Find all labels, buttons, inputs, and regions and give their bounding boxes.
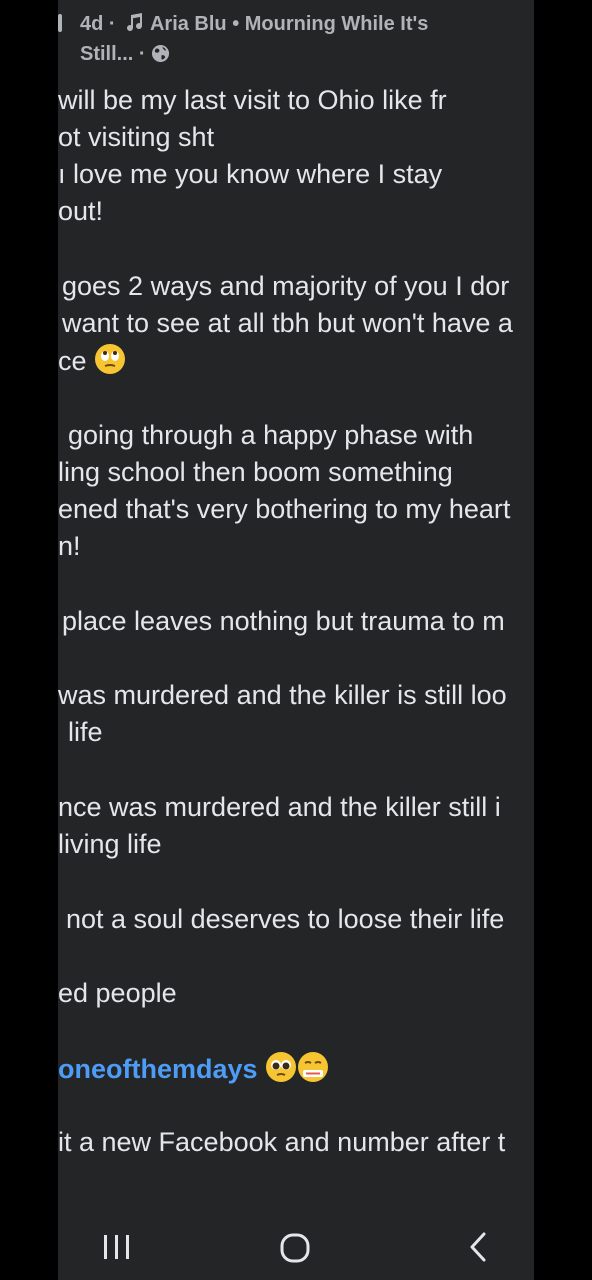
phone-screen: 4d · Aria Blu • Mourning While It's Stil… <box>58 0 534 1280</box>
song-title[interactable]: Aria Blu • Mourning While It's <box>150 13 428 35</box>
edge-marker <box>58 14 62 32</box>
post-text-line: was murdered and the killer is still loo <box>58 680 507 710</box>
post-text-line: ed people <box>58 978 177 1008</box>
back-icon[interactable] <box>460 1228 500 1268</box>
post-text-line: nce was murdered and the killer still i <box>58 792 501 822</box>
post-meta-line2: Still... · <box>80 43 170 69</box>
song-title-continued[interactable]: Still... <box>80 43 133 65</box>
hashtag-link[interactable]: oneofthemdays <box>58 1054 258 1084</box>
post-text-line: out! <box>58 196 104 226</box>
hashtag-line: oneofthemdays <box>58 1051 534 1085</box>
post-meta-line1: 4d · Aria Blu • Mourning While It's <box>80 12 428 38</box>
post-text-line: place leaves nothing but trauma to m <box>62 606 505 636</box>
home-icon[interactable] <box>276 1228 316 1268</box>
recents-icon[interactable] <box>98 1228 138 1268</box>
post-text-line: n! <box>58 531 81 561</box>
post-text-line: will be my last visit to Ohio like fr <box>58 85 447 115</box>
post-text-line: ce <box>58 343 534 377</box>
post-meta: 4d · Aria Blu • Mourning While It's Stil… <box>58 8 534 68</box>
post-text-line: goes 2 ways and majority of you I dor <box>62 271 510 301</box>
post-text-line: ened that's very bothering to my heart <box>58 494 511 524</box>
post-time[interactable]: 4d <box>80 13 103 35</box>
post-text-line: not a soul deserves to loose their life <box>66 904 505 934</box>
post-text-line: living life <box>58 829 162 859</box>
post-text-fragment: ce <box>58 346 87 377</box>
post-text-line: want to see at all tbh but won't have a <box>62 308 513 338</box>
post-text-line: ı love me you know where I stay <box>58 159 443 189</box>
face-with-thermometer-emoji <box>297 1051 329 1085</box>
meta-separator: · <box>138 43 146 65</box>
post-text-line: going through a happy phase with <box>68 420 474 450</box>
meta-separator: · <box>108 13 116 35</box>
system-navigation-bar <box>58 1200 534 1280</box>
globe-icon[interactable] <box>151 44 170 69</box>
post-text-line: it a new Facebook and number after t <box>58 1127 506 1157</box>
post-text-line: ot visiting sht <box>58 122 215 152</box>
music-note-icon <box>125 12 145 38</box>
post-text-line: ling school then boom something <box>58 457 453 487</box>
post-text-line: life <box>68 717 103 747</box>
face-with-rolling-eyes-emoji <box>94 343 126 377</box>
pleading-face-emoji <box>265 1051 297 1085</box>
